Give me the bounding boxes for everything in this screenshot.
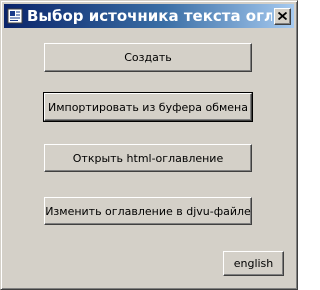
title-bar[interactable]: Выбор источника текста оглавле... — [4, 4, 294, 28]
app-icon — [7, 8, 23, 24]
language-button[interactable]: english — [223, 251, 284, 276]
import-clipboard-button[interactable]: Импортировать из буфера обмена — [43, 92, 253, 122]
dialog-window: Выбор источника текста оглавле... Создат… — [0, 0, 298, 290]
close-button[interactable] — [274, 7, 291, 25]
create-button[interactable]: Создать — [44, 43, 252, 72]
open-html-toc-button[interactable]: Открыть html-оглавление — [44, 144, 252, 172]
close-icon — [278, 12, 287, 20]
window-title: Выбор источника текста оглавле... — [27, 7, 272, 25]
edit-djvu-toc-button[interactable]: Изменить оглавление в djvu-файле — [44, 197, 252, 225]
